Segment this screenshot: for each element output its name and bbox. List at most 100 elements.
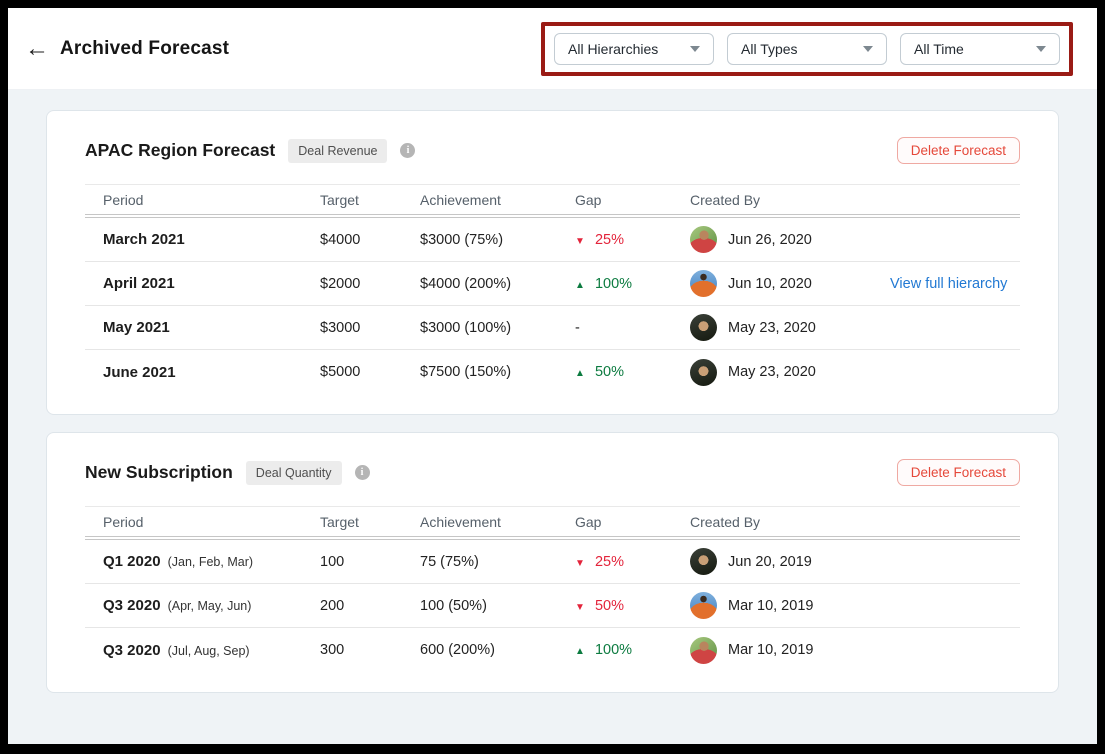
created-date: Jun 26, 2020 [728, 232, 812, 248]
delete-forecast-button[interactable]: Delete Forecast [897, 137, 1020, 164]
target-value: 300 [320, 642, 420, 658]
filters-highlight-box: All Hierarchies All Types All Time [541, 22, 1073, 76]
period-main: Q1 2020 [103, 553, 161, 570]
period-cell: April 2021 [103, 275, 320, 292]
forecast-type-badge: Deal Revenue [288, 139, 387, 163]
period-cell: Q3 2020 (Apr, May, Jun) [103, 597, 320, 614]
period-main: April 2021 [103, 275, 175, 292]
column-header: Achievement [420, 514, 575, 530]
avatar [690, 359, 717, 386]
column-header: Gap [575, 514, 690, 530]
page-header: ← Archived Forecast All Hierarchies All … [8, 8, 1097, 90]
target-value: 200 [320, 598, 420, 614]
types-dropdown[interactable]: All Types [727, 33, 887, 65]
triangle-up-icon: ▲ [575, 280, 585, 291]
target-value: $2000 [320, 276, 420, 292]
gap-cell: ▼ 25% [575, 554, 690, 570]
created-by-cell: May 23, 2020 [690, 306, 890, 349]
table-row: Q1 2020 (Jan, Feb, Mar) 100 75 (75%) ▼ 2… [85, 540, 1020, 584]
gap-value: 25% [595, 554, 624, 570]
table-body: Q1 2020 (Jan, Feb, Mar) 100 75 (75%) ▼ 2… [85, 540, 1020, 672]
target-value: $4000 [320, 232, 420, 248]
table-header: PeriodTargetAchievementGapCreated By [85, 506, 1020, 540]
column-header: Gap [575, 192, 690, 208]
info-icon[interactable]: i [355, 465, 370, 480]
hierarchies-dropdown-value: All Hierarchies [568, 41, 658, 57]
achievement-value: $3000 (100%) [420, 320, 575, 336]
gap-value: 25% [595, 232, 624, 248]
content-area: APAC Region Forecast Deal Revenue i Dele… [8, 90, 1097, 744]
achievement-value: 75 (75%) [420, 554, 575, 570]
achievement-value: $4000 (200%) [420, 276, 575, 292]
table-row: April 2021 $2000 $4000 (200%) ▲ 100% Jun… [85, 262, 1020, 306]
gap-value: 50% [595, 598, 624, 614]
table-row: March 2021 $4000 $3000 (75%) ▼ 25% Jun 2… [85, 218, 1020, 262]
column-header: Achievement [420, 192, 575, 208]
gap-cell: ▼ 25% [575, 232, 690, 248]
gap-cell: ▲ 50% [575, 364, 690, 380]
created-by-cell: Mar 10, 2019 [690, 584, 890, 627]
column-header: Target [320, 514, 420, 530]
created-date: May 23, 2020 [728, 364, 816, 380]
created-date: Mar 10, 2019 [728, 642, 813, 658]
table-row: May 2021 $3000 $3000 (100%) - May 23, 20… [85, 306, 1020, 350]
triangle-up-icon: ▲ [575, 646, 585, 657]
card-head: APAC Region Forecast Deal Revenue i Dele… [85, 137, 1020, 164]
created-date: Mar 10, 2019 [728, 598, 813, 614]
forecast-card-subscription: New Subscription Deal Quantity i Delete … [46, 432, 1059, 693]
chevron-down-icon [863, 46, 873, 52]
created-by-cell: Jun 20, 2019 [690, 540, 890, 583]
period-main: March 2021 [103, 231, 185, 248]
period-main: Q3 2020 [103, 597, 161, 614]
avatar [690, 592, 717, 619]
period-cell: June 2021 [103, 364, 320, 381]
created-date: Jun 10, 2020 [728, 276, 812, 292]
chevron-down-icon [690, 46, 700, 52]
achievement-value: $3000 (75%) [420, 232, 575, 248]
column-header: Period [103, 514, 320, 530]
created-by-cell: May 23, 2020 [690, 350, 890, 394]
target-value: $3000 [320, 320, 420, 336]
title-wrap: ← Archived Forecast [25, 37, 229, 61]
back-arrow-icon[interactable]: ← [25, 37, 49, 61]
chevron-down-icon [1036, 46, 1046, 52]
card-title: APAC Region Forecast [85, 140, 275, 161]
page-title: Archived Forecast [60, 38, 229, 60]
time-dropdown[interactable]: All Time [900, 33, 1060, 65]
info-icon[interactable]: i [400, 143, 415, 158]
gap-value: 100% [595, 276, 632, 292]
card-head: New Subscription Deal Quantity i Delete … [85, 459, 1020, 486]
types-dropdown-value: All Types [741, 41, 798, 57]
time-dropdown-value: All Time [914, 41, 964, 57]
period-cell: Q1 2020 (Jan, Feb, Mar) [103, 553, 320, 570]
period-sub: (Jul, Aug, Sep) [168, 644, 250, 658]
avatar [690, 637, 717, 664]
forecast-card-apac: APAC Region Forecast Deal Revenue i Dele… [46, 110, 1059, 415]
triangle-down-icon: ▼ [575, 558, 585, 569]
gap-cell: ▲ 100% [575, 276, 690, 292]
achievement-value: $7500 (150%) [420, 364, 575, 380]
gap-cell: ▼ 50% [575, 598, 690, 614]
created-by-cell: Jun 10, 2020 [690, 262, 890, 305]
target-value: 100 [320, 554, 420, 570]
achievement-value: 100 (50%) [420, 598, 575, 614]
created-by-cell: Mar 10, 2019 [690, 628, 890, 672]
avatar [690, 270, 717, 297]
period-main: Q3 2020 [103, 642, 161, 659]
period-cell: March 2021 [103, 231, 320, 248]
gap-cell: - [575, 320, 690, 336]
table-header: PeriodTargetAchievementGapCreated By [85, 184, 1020, 218]
forecast-table: PeriodTargetAchievementGapCreated By Mar… [85, 184, 1020, 394]
card-head-left: APAC Region Forecast Deal Revenue i [85, 139, 415, 163]
view-hierarchy-link[interactable]: View full hierarchy [890, 276, 1007, 292]
table-body: March 2021 $4000 $3000 (75%) ▼ 25% Jun 2… [85, 218, 1020, 394]
period-sub: (Apr, May, Jun) [168, 599, 252, 613]
achievement-value: 600 (200%) [420, 642, 575, 658]
triangle-up-icon: ▲ [575, 368, 585, 379]
delete-forecast-button[interactable]: Delete Forecast [897, 459, 1020, 486]
created-date: Jun 20, 2019 [728, 554, 812, 570]
period-sub: (Jan, Feb, Mar) [168, 555, 253, 569]
hierarchies-dropdown[interactable]: All Hierarchies [554, 33, 714, 65]
app-window: ← Archived Forecast All Hierarchies All … [8, 8, 1097, 744]
period-cell: Q3 2020 (Jul, Aug, Sep) [103, 642, 320, 659]
